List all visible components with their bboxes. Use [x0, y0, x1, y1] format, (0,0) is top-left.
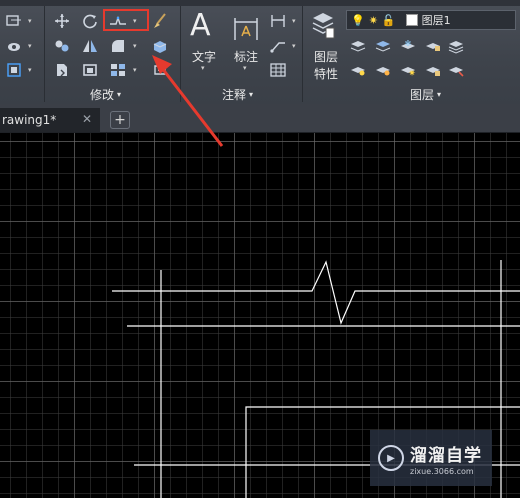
- watermark-title: 溜溜自学: [410, 445, 482, 466]
- layer-dropdown[interactable]: 💡 ✷ 🔓 图层1: [346, 10, 516, 30]
- document-tab[interactable]: rawing1* ✕: [0, 108, 100, 132]
- array-tool-icon[interactable]: [4, 61, 24, 79]
- leader-tool-icon[interactable]: [268, 37, 288, 55]
- panel-label-layers[interactable]: 图层 ▾: [410, 87, 442, 102]
- layer-isolate-icon[interactable]: [373, 37, 393, 55]
- layer-freeze-icon[interactable]: ✻: [398, 37, 418, 55]
- array-grid-icon[interactable]: [108, 61, 128, 79]
- layer-color-swatch[interactable]: [405, 14, 418, 26]
- stretch-box-icon[interactable]: [80, 61, 100, 79]
- layer-sun-icon[interactable]: ✷: [398, 61, 418, 79]
- highlight-box: [103, 9, 149, 31]
- watermark-url: zixue.3066.com: [410, 466, 474, 476]
- sun-icon[interactable]: ✷: [369, 14, 378, 27]
- offset-tool-icon[interactable]: [150, 61, 170, 79]
- unlock-icon[interactable]: 🔓: [382, 14, 396, 27]
- mirror-copy-icon[interactable]: [52, 61, 72, 79]
- layer-off-icon[interactable]: [348, 37, 368, 55]
- svg-text:✻: ✻: [405, 39, 412, 48]
- linear-dim-icon[interactable]: [268, 12, 288, 30]
- chevron-down-icon[interactable]: ▾: [292, 42, 296, 50]
- panel-label-annotation[interactable]: 注释 ▾: [222, 87, 254, 102]
- copy-tool-icon[interactable]: [52, 37, 72, 55]
- layer-lock-icon[interactable]: [423, 37, 443, 55]
- chevron-down-icon[interactable]: ▾: [133, 42, 137, 50]
- explode-tool-icon[interactable]: [150, 37, 170, 55]
- panel-label-modify[interactable]: 修改 ▾: [90, 87, 122, 102]
- chevron-down-icon: ▾: [117, 89, 122, 99]
- scale-tool-icon[interactable]: [4, 37, 24, 55]
- document-tab-bar: rawing1* ✕ +: [0, 104, 520, 133]
- dimension-tool-icon[interactable]: [232, 14, 260, 44]
- svg-text:✷: ✷: [408, 69, 416, 78]
- layer-merge-icon[interactable]: [446, 61, 466, 79]
- chevron-down-icon: ▾: [249, 89, 254, 99]
- new-tab-button[interactable]: +: [110, 111, 130, 129]
- layer-thaw-icon[interactable]: [373, 61, 393, 79]
- break-line-symbol: [112, 260, 520, 325]
- layer-properties-label[interactable]: 图层: [314, 48, 338, 65]
- chevron-down-icon[interactable]: ▾: [243, 64, 247, 72]
- table-tool-icon[interactable]: [268, 61, 288, 79]
- erase-brush-icon[interactable]: [150, 12, 170, 30]
- chevron-down-icon[interactable]: ▾: [201, 64, 205, 72]
- mirror-tool-icon[interactable]: [80, 37, 100, 55]
- chevron-down-icon[interactable]: ▾: [133, 66, 137, 74]
- panel-title: 注释: [222, 87, 247, 102]
- chevron-down-icon[interactable]: ▾: [28, 17, 32, 25]
- rotate-tool-icon[interactable]: [80, 12, 100, 30]
- text-tool-label[interactable]: 文字: [192, 48, 216, 65]
- chevron-down-icon[interactable]: ▾: [28, 66, 32, 74]
- layer-properties-label[interactable]: 特性: [314, 65, 338, 82]
- layer-on-icon[interactable]: [348, 61, 368, 79]
- dimension-tool-label[interactable]: 标注: [234, 48, 258, 65]
- close-icon[interactable]: ✕: [82, 112, 92, 126]
- chevron-down-icon: ▾: [437, 89, 442, 99]
- document-tab-label: rawing1*: [2, 113, 57, 127]
- layer-properties-icon[interactable]: [310, 10, 336, 40]
- move-tool-icon[interactable]: [52, 12, 72, 30]
- layer-unlock-icon[interactable]: [423, 61, 443, 79]
- big-text-icon[interactable]: A: [190, 10, 211, 42]
- play-logo-icon: ▶: [378, 445, 404, 471]
- panel-title: 修改: [90, 87, 115, 102]
- stretch-tool-icon[interactable]: [4, 12, 24, 30]
- lightbulb-icon[interactable]: 💡: [351, 14, 365, 27]
- menu-strip-partial: [0, 0, 520, 6]
- layer-name: 图层1: [421, 14, 451, 27]
- ribbon: ▾ ▾ ▾ ▾ ▾ ▾ 修改 ▾ A 文字 ▾ 标注 ▾ ▾ ▾ 注释 ▾ 图层…: [0, 0, 520, 105]
- chevron-down-icon[interactable]: ▾: [292, 17, 296, 25]
- layer-state-icon[interactable]: [446, 37, 466, 55]
- chevron-down-icon[interactable]: ▾: [28, 42, 32, 50]
- panel-title: 图层: [410, 87, 435, 102]
- watermark: ▶ 溜溜自学 zixue.3066.com: [370, 430, 492, 486]
- fillet-tool-icon[interactable]: [108, 37, 128, 55]
